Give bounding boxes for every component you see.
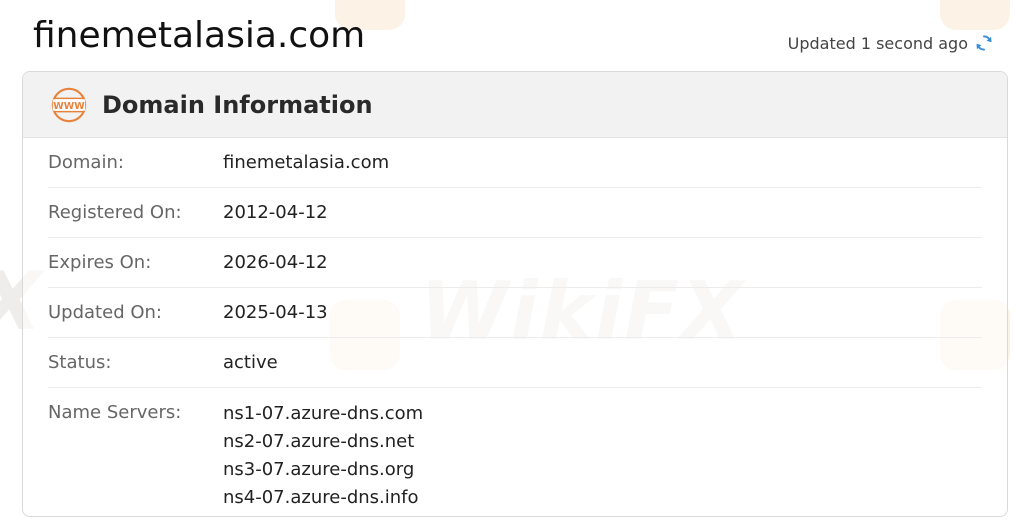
- row-value: active: [223, 352, 278, 373]
- row-registered-on: Registered On: 2012-04-12: [48, 188, 982, 238]
- page-header: finemetalasia.com Updated 1 second ago: [0, 0, 1016, 70]
- name-server-item: ns3-07.azure-dns.org: [223, 459, 415, 480]
- card-header: WWW Domain Information: [23, 72, 1007, 138]
- name-server-item: ns1-07.azure-dns.com: [223, 403, 424, 424]
- row-label: Expires On:: [48, 252, 152, 273]
- row-label: Domain:: [48, 152, 124, 173]
- row-expires-on: Expires On: 2026-04-12: [48, 238, 982, 288]
- row-value: 2012-04-12: [223, 202, 328, 223]
- svg-text:WWW: WWW: [53, 100, 85, 111]
- updated-text: Updated 1 second ago: [787, 33, 968, 53]
- page-title: finemetalasia.com: [33, 15, 366, 56]
- row-value: 2026-04-12: [223, 252, 328, 273]
- row-value: finemetalasia.com: [223, 152, 390, 173]
- row-label: Updated On:: [48, 302, 162, 323]
- row-label: Registered On:: [48, 202, 182, 223]
- row-status: Status: active: [48, 338, 982, 388]
- card-title: Domain Information: [102, 90, 373, 119]
- name-server-list: ns1-07.azure-dns.com ns2-07.azure-dns.ne…: [223, 400, 423, 512]
- name-server-item: ns4-07.azure-dns.info: [223, 487, 419, 508]
- row-domain: Domain: finemetalasia.com: [48, 138, 982, 188]
- info-rows: Domain: finemetalasia.com Registered On:…: [23, 138, 1007, 516]
- refresh-icon[interactable]: [974, 33, 994, 53]
- domain-info-card: WWW Domain Information Domain: finemetal…: [22, 71, 1008, 517]
- row-label: Status:: [48, 352, 112, 373]
- row-name-servers: Name Servers: ns1-07.azure-dns.com ns2-0…: [48, 388, 982, 516]
- www-icon: WWW: [50, 86, 88, 124]
- row-value: 2025-04-13: [223, 302, 328, 323]
- update-status: Updated 1 second ago: [788, 33, 994, 53]
- row-label: Name Servers:: [48, 402, 182, 423]
- name-server-item: ns2-07.azure-dns.net: [223, 431, 415, 452]
- row-updated-on: Updated On: 2025-04-13: [48, 288, 982, 338]
